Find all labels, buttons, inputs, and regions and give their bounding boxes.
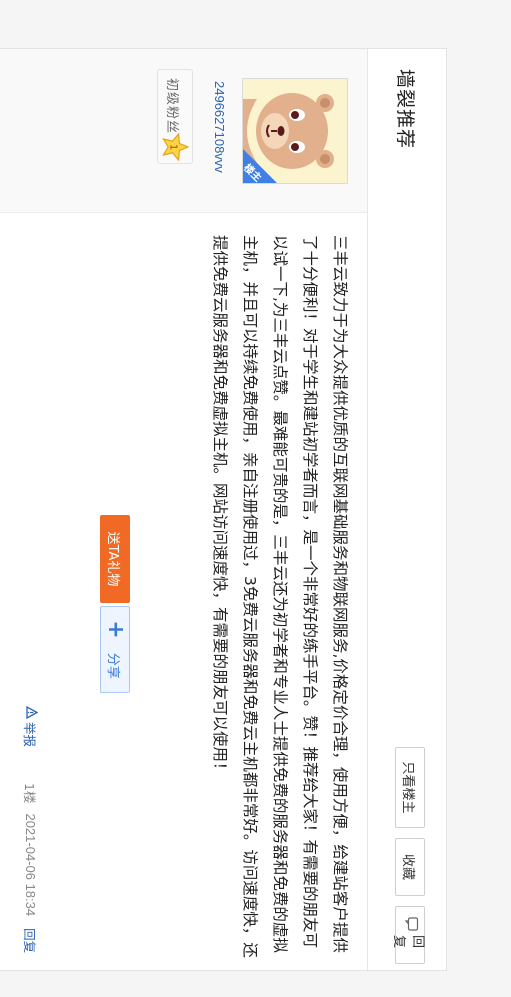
forum-page: 墙裂推荐 只看楼主 收藏 回复 楼主 2496627108vvv 初级粉丝 1 … bbox=[0, 0, 511, 997]
thread-title: 墙裂推荐 bbox=[394, 69, 416, 150]
post-card: 墙裂推荐 只看楼主 收藏 回复 楼主 2496627108vvv 初级粉丝 1 … bbox=[0, 48, 447, 972]
plus-icon: + bbox=[103, 620, 128, 639]
report-link[interactable]: 举报 bbox=[21, 705, 40, 748]
screenshot-stage: 墙裂推荐 只看楼主 收藏 回复 楼主 2496627108vvv 初级粉丝 1 … bbox=[0, 0, 511, 997]
fan-level-number: 1 bbox=[168, 144, 179, 150]
fan-level-label: 初级粉丝 bbox=[164, 78, 179, 135]
reply-button-label: 回复 bbox=[391, 935, 425, 949]
post-actions: 送TA礼物 + 分享 bbox=[100, 515, 130, 693]
star-icon: 1 bbox=[160, 132, 190, 162]
post-time: 2021-04-06 18:34 bbox=[23, 813, 38, 917]
thread-header: 墙裂推荐 只看楼主 收藏 回复 bbox=[367, 49, 446, 972]
reply-icon bbox=[401, 917, 419, 931]
send-gift-button[interactable]: 送TA礼物 bbox=[100, 515, 130, 603]
reply-button[interactable]: 回复 bbox=[391, 906, 425, 964]
report-label: 举报 bbox=[22, 722, 37, 748]
favorite-button[interactable]: 收藏 bbox=[395, 838, 425, 896]
author-panel: 楼主 2496627108vvv 初级粉丝 1 bbox=[0, 49, 367, 213]
post-meta: 举报 1楼 2021-04-06 18:34 回复 bbox=[21, 705, 40, 953]
author-username[interactable]: 2496627108vvv bbox=[212, 81, 227, 173]
floor-number: 1楼 bbox=[22, 783, 37, 804]
post-body: 三丰云致力于为大众提供优质的互联网基础服务和物联网服务,价格定价合理，使用方便，… bbox=[211, 235, 349, 958]
thread-actions: 只看楼主 收藏 回复 bbox=[391, 747, 425, 964]
warning-icon bbox=[23, 705, 39, 720]
fan-level-badge[interactable]: 初级粉丝 1 bbox=[157, 69, 193, 164]
only-op-button[interactable]: 只看楼主 bbox=[395, 747, 425, 828]
share-button[interactable]: + 分享 bbox=[100, 606, 130, 693]
share-button-label: 分享 bbox=[105, 652, 121, 679]
avatar[interactable]: 楼主 bbox=[242, 78, 348, 184]
post-content: 三丰云致力于为大众提供优质的互联网基础服务和物联网服务,价格定价合理，使用方便，… bbox=[0, 226, 367, 961]
reply-link[interactable]: 回复 bbox=[21, 928, 40, 953]
